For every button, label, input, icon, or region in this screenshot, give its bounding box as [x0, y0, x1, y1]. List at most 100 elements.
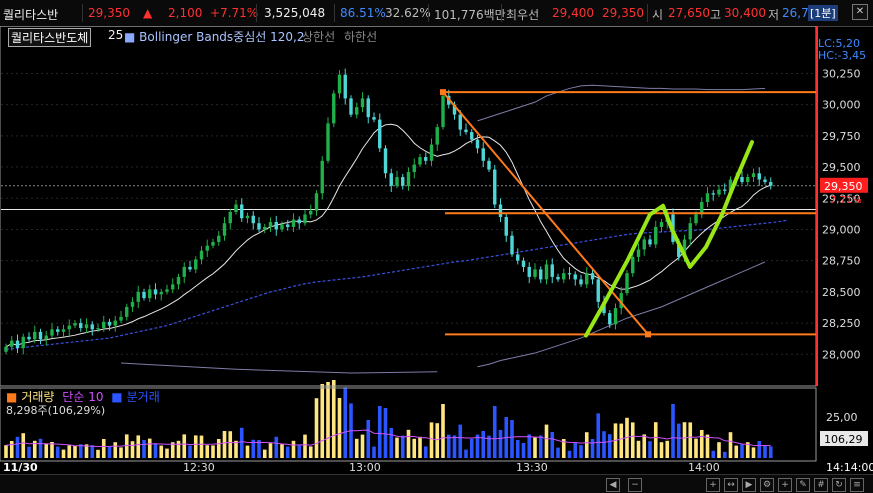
- volume-bar: [314, 398, 319, 458]
- volume-bar: [27, 446, 31, 458]
- high-label: 고: [710, 8, 722, 22]
- settings-icon[interactable]: ⚙: [760, 478, 774, 492]
- tick-1230: 12:30: [183, 461, 215, 474]
- volume-bar: [464, 449, 468, 458]
- volume-bar: [268, 443, 273, 458]
- menu-icon[interactable]: ≡: [850, 478, 864, 492]
- volume-bar: [176, 440, 181, 458]
- candle-body: [654, 226, 658, 245]
- candle-body: [556, 276, 560, 280]
- crosshair-icon[interactable]: +: [778, 478, 792, 492]
- candle-body: [257, 223, 261, 230]
- volume-bar: [245, 445, 250, 458]
- candle-body: [56, 329, 60, 332]
- candle-body: [625, 273, 629, 294]
- quote-header: 퀄리타스반 29,350 ▲ 2,100 +7.71% 3,525,048 86…: [0, 0, 873, 27]
- grid-icon[interactable]: #: [814, 478, 828, 492]
- price-axis: 28,00028,25028,50028,75029,00029,25029,5…: [818, 37, 868, 361]
- volume-bar: [234, 440, 238, 458]
- trend-drawings: [440, 89, 816, 338]
- volume-bar: [366, 420, 371, 458]
- volume-current: 8,298주(106,29%): [6, 404, 106, 417]
- date-label: 11/30: [3, 461, 38, 474]
- volume-bar: [130, 441, 135, 458]
- volume-bar: [297, 445, 302, 458]
- scroll-right-icon[interactable]: ▶: [742, 478, 756, 492]
- volume-bar: [188, 445, 192, 458]
- candle-body: [516, 254, 520, 261]
- candle-body: [79, 323, 83, 329]
- candle-body: [326, 123, 330, 161]
- candle-body: [343, 74, 347, 99]
- volume-bar: [303, 434, 307, 458]
- volume-bar: [280, 444, 284, 458]
- change-amount: 2,100: [168, 6, 203, 20]
- candle-body: [636, 249, 641, 257]
- volume-bar: [550, 432, 555, 458]
- candle-body: [33, 331, 37, 340]
- volume-bar: [619, 423, 624, 458]
- candle-body: [464, 129, 468, 133]
- candle-body: [481, 148, 485, 161]
- candle-body: [429, 144, 434, 161]
- candle-body: [705, 193, 710, 203]
- stock-name[interactable]: 퀄리타스반: [3, 6, 58, 23]
- volume-bar: [78, 444, 83, 458]
- candle-body: [182, 266, 186, 277]
- candle-body: [613, 308, 618, 325]
- volume-bar: [740, 444, 744, 458]
- candle-body: [763, 179, 767, 183]
- volume-bar: [44, 443, 49, 458]
- volume-bar: [9, 441, 14, 458]
- candle-body: [723, 189, 727, 191]
- candle-body: [435, 127, 439, 145]
- volume-bar: [768, 446, 773, 458]
- zoom-in-icon[interactable]: +: [706, 478, 720, 492]
- volume-bar: [452, 435, 457, 458]
- candle-body: [648, 239, 652, 245]
- volume-bar: [567, 450, 572, 458]
- draw-icon[interactable]: ✎: [796, 478, 810, 492]
- refresh-icon[interactable]: ↻: [832, 478, 846, 492]
- volume-bar: [326, 382, 330, 458]
- candle-body: [263, 226, 267, 230]
- candle-body: [751, 173, 756, 178]
- volume-bar: [458, 424, 463, 458]
- bollinger-upper-line: [477, 84, 766, 122]
- low-label: 저: [768, 8, 780, 22]
- navigation-bar: ◀ − + ↔ ▶ ⚙ + ✎ # ↻ ≡: [0, 474, 873, 493]
- volume-bar: [510, 420, 514, 458]
- price-tick-label: 29,750: [822, 130, 861, 143]
- best-bid-label: 최우선: [506, 8, 540, 22]
- volume-bar: [728, 432, 733, 458]
- best-ask: 29,400: [552, 6, 594, 20]
- candle-body: [130, 301, 135, 307]
- scroll-left-icon[interactable]: ◀: [606, 478, 620, 492]
- candle-body: [280, 224, 284, 230]
- volume-bar: [469, 438, 474, 458]
- volume-bar: [751, 447, 756, 458]
- volume-extra-label: 분거래: [126, 390, 160, 404]
- volume-bar: [343, 387, 348, 458]
- price-tick-label: 30,250: [822, 67, 861, 80]
- volume-bar: [383, 408, 388, 458]
- close-icon[interactable]: ✕: [852, 4, 868, 20]
- volume-bar: [21, 433, 26, 458]
- volume-bar: [722, 451, 727, 458]
- candle-body: [228, 211, 232, 224]
- candle-body: [50, 329, 54, 336]
- lower-band-bottom: [120, 362, 438, 374]
- period-selector[interactable]: [1분]: [808, 5, 838, 21]
- price-chart[interactable]: 28,00028,25028,50028,75029,00029,25029,5…: [0, 26, 873, 474]
- volume-bar: [498, 430, 503, 458]
- volume-bar: [4, 445, 8, 458]
- candle-body: [217, 235, 221, 242]
- candle-body: [590, 273, 595, 280]
- zoom-out-icon[interactable]: −: [628, 478, 642, 492]
- candle-body: [90, 324, 94, 330]
- volume-axis-label: 25,00: [826, 411, 858, 424]
- fit-icon[interactable]: ↔: [724, 478, 738, 492]
- candle-body: [746, 177, 750, 183]
- volume-bar: [538, 435, 543, 458]
- volume-bar: [228, 431, 233, 458]
